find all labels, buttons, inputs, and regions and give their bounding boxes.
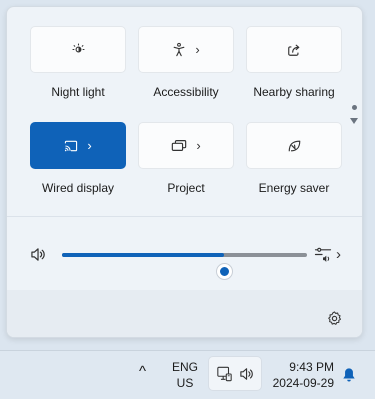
nearby-sharing-button[interactable]: [246, 26, 342, 73]
project-label: Project: [167, 181, 205, 195]
audio-output-icon[interactable]: [314, 246, 332, 263]
tile-accessibility-wrap: › Accessibility: [138, 26, 234, 99]
night-light-button[interactable]: [30, 26, 126, 73]
chevron-right-icon[interactable]: ›: [196, 139, 200, 152]
gear-icon[interactable]: [327, 311, 342, 326]
quick-settings-flyout: Night light › Accessibility Nearby shari…: [6, 6, 363, 338]
input-language-indicator[interactable]: ENG US: [168, 359, 202, 391]
language-code: ENG: [171, 360, 198, 374]
accessibility-icon: [172, 42, 186, 57]
volume-slider-track[interactable]: [62, 253, 307, 279]
volume-icon: [239, 367, 255, 381]
accessibility-button[interactable]: ›: [138, 26, 234, 73]
tile-energy-saver-wrap: Energy saver: [246, 122, 342, 195]
page-dot-current: [351, 105, 357, 110]
page-indicator[interactable]: [350, 105, 358, 124]
clock-date: 2024-09-29: [272, 376, 334, 390]
notification-bell-icon[interactable]: [342, 367, 356, 382]
tile-project-wrap: › Project: [138, 122, 234, 195]
night-light-label: Night light: [51, 85, 105, 99]
tile-night-light-wrap: Night light: [30, 26, 126, 99]
chevron-right-icon[interactable]: ›: [195, 43, 199, 56]
cast-icon: [64, 140, 78, 152]
accessibility-label: Accessibility: [153, 85, 219, 99]
network-volume-tray-button[interactable]: [208, 356, 262, 391]
volume-slider-fill: [62, 253, 224, 257]
next-page-arrow-icon[interactable]: [350, 118, 358, 124]
volume-row: ›: [7, 237, 362, 279]
volume-slider-thumb[interactable]: [216, 264, 232, 279]
tile-wired-display-wrap: › Wired display: [30, 122, 126, 195]
flyout-footer: [7, 290, 362, 337]
divider: [7, 216, 362, 217]
chevron-right-icon[interactable]: ›: [87, 139, 91, 152]
clock[interactable]: 9:43 PM 2024-09-29: [270, 359, 334, 391]
wired-display-label: Wired display: [41, 181, 115, 195]
project-icon: [171, 139, 187, 152]
speaker-icon[interactable]: [30, 247, 47, 262]
clock-time: 9:43 PM: [289, 360, 334, 374]
keyboard-layout: US: [176, 376, 194, 390]
nearby-sharing-label: Nearby sharing: [253, 85, 335, 99]
project-button[interactable]: ›: [138, 122, 234, 169]
energy-saver-label: Energy saver: [258, 181, 330, 195]
wired-display-button[interactable]: ›: [30, 122, 126, 169]
energy-saver-button[interactable]: [246, 122, 342, 169]
taskbar: ^ ENG US 9:43 PM 2024-09-29: [0, 350, 375, 399]
tile-nearby-sharing-wrap: Nearby sharing: [246, 26, 342, 99]
wired-network-icon: [216, 366, 233, 382]
leaf-icon: [287, 139, 302, 153]
chevron-right-icon[interactable]: ›: [336, 247, 341, 262]
night-light-icon: [71, 43, 85, 56]
share-icon: [287, 43, 301, 57]
show-hidden-icons-button[interactable]: ^: [139, 364, 146, 380]
